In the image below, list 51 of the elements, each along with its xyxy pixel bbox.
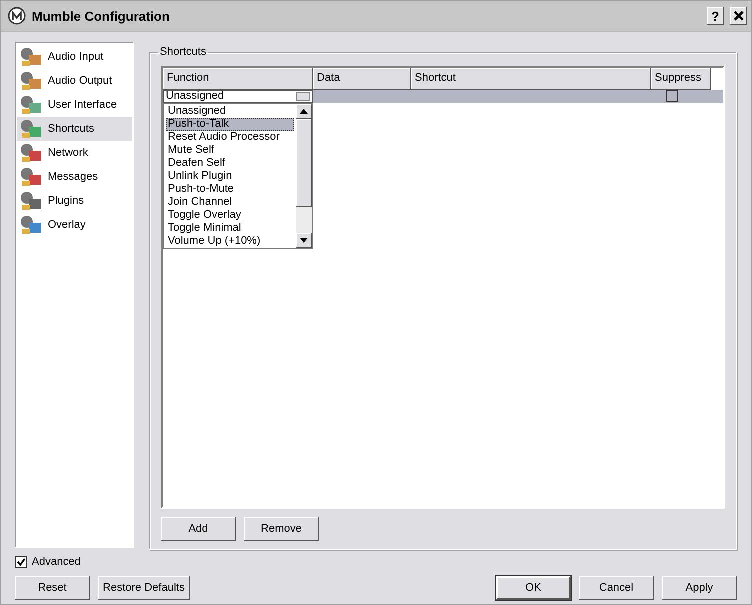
category-icon <box>19 190 43 212</box>
column-header[interactable]: Function <box>163 68 313 90</box>
app-logo-icon <box>8 7 26 25</box>
category-icon <box>19 46 43 68</box>
dropdown-option[interactable]: Unassigned <box>166 105 294 118</box>
help-button[interactable]: ? <box>707 7 724 25</box>
dropdown-option[interactable]: Join Channel <box>166 196 294 209</box>
up-arrow-icon <box>300 109 308 114</box>
dropdown-option[interactable]: Mute Self <box>166 144 294 157</box>
advanced-checkbox[interactable] <box>15 556 27 568</box>
footer-button[interactable]: Reset <box>15 576 90 600</box>
sidebar-item[interactable]: Audio Output <box>17 69 132 93</box>
column-header[interactable]: Data <box>313 68 411 90</box>
sidebar-item[interactable]: Overlay <box>17 213 132 237</box>
sidebar-item[interactable]: User Interface <box>17 93 132 117</box>
dropdown-option[interactable]: Unlink Plugin <box>166 170 294 183</box>
table-action-button[interactable]: Add <box>161 517 236 541</box>
dropdown-option[interactable]: Toggle Overlay <box>166 209 294 222</box>
footer-button[interactable]: Apply <box>662 576 737 600</box>
category-icon <box>19 166 43 188</box>
window-title: Mumble Configuration <box>32 8 171 24</box>
category-icon <box>19 214 43 236</box>
dropdown-option[interactable]: Deafen Self <box>166 157 294 170</box>
group-title: Shortcuts <box>159 46 208 58</box>
footer-button[interactable]: Restore Defaults <box>98 576 190 600</box>
table-action-button[interactable]: Remove <box>244 517 319 541</box>
column-header[interactable]: Shortcut <box>411 68 651 90</box>
advanced-label: Advanced <box>32 556 81 568</box>
column-header[interactable]: Suppress <box>651 68 711 90</box>
sidebar-item[interactable]: Network <box>17 141 132 165</box>
sidebar-item[interactable]: Plugins <box>17 189 132 213</box>
dropdown-option[interactable]: Push-to-Mute <box>166 183 294 196</box>
function-dropdown[interactable]: Unassigned <box>163 90 313 103</box>
sidebar-item[interactable]: Audio Input <box>17 45 132 69</box>
dropdown-option[interactable]: Volume Up (+10%) <box>166 235 294 248</box>
footer-button[interactable]: OK <box>496 576 571 600</box>
down-arrow-icon <box>300 238 308 243</box>
dropdown-option[interactable]: Toggle Minimal <box>166 222 294 235</box>
sidebar-item[interactable]: Messages <box>17 165 132 189</box>
category-icon <box>19 70 43 92</box>
close-icon <box>734 11 744 21</box>
dropdown-option[interactable]: Push-to-Talk <box>166 118 294 131</box>
close-button[interactable] <box>730 7 747 25</box>
dropdown-option[interactable]: Reset Audio Processor <box>166 131 294 144</box>
table-row[interactable]: Unassigned <box>163 90 723 103</box>
footer-button[interactable]: Cancel <box>579 576 654 600</box>
sidebar-item[interactable]: Shortcuts <box>17 117 132 141</box>
category-icon <box>19 118 43 140</box>
suppress-checkbox[interactable] <box>666 90 678 102</box>
category-icon <box>19 94 43 116</box>
category-icon <box>19 142 43 164</box>
